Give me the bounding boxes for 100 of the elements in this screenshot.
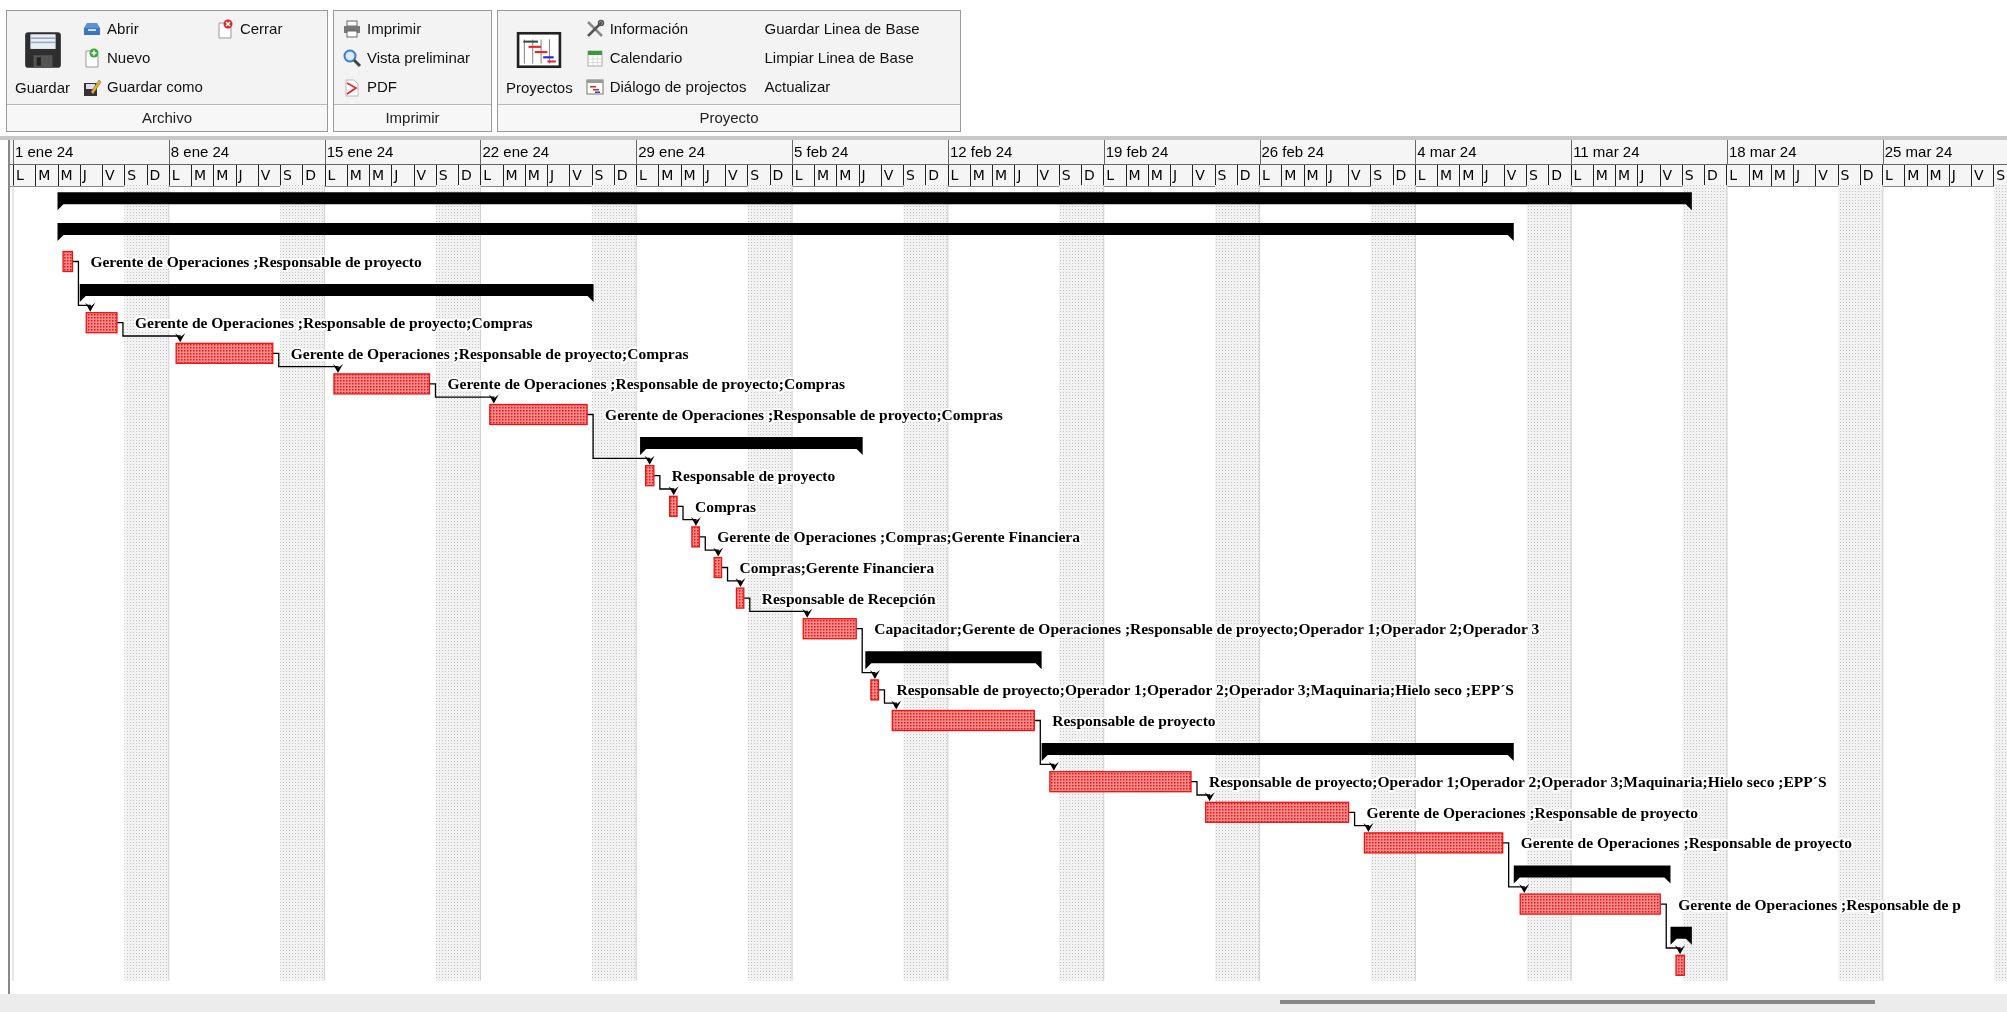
- day-label: M: [502, 165, 525, 186]
- resource-label: Responsable de proyecto: [1052, 712, 1216, 729]
- ribbon-button[interactable]: Diálogo de projectos: [582, 72, 749, 101]
- day-label: V: [413, 165, 436, 186]
- day-label: L: [13, 165, 36, 186]
- ribbon-button[interactable]: Nuevo: [80, 43, 205, 72]
- day-label: V: [1659, 165, 1682, 186]
- day-label: L: [636, 165, 659, 186]
- day-label: V: [1192, 165, 1215, 186]
- day-label: L: [324, 165, 347, 186]
- task-bar[interactable]: [802, 618, 857, 640]
- summary-bar[interactable]: [57, 222, 1514, 241]
- day-label: M: [969, 165, 992, 186]
- task-bar[interactable]: [333, 373, 431, 395]
- task-bar[interactable]: [489, 403, 588, 426]
- day-label: V: [1503, 165, 1526, 186]
- ribbon-button[interactable]: Información: [582, 14, 749, 43]
- day-label: V: [1348, 165, 1371, 186]
- day-label: V: [1036, 165, 1059, 186]
- task-bar[interactable]: [1049, 771, 1192, 793]
- ribbon-button[interactable]: Calendario: [582, 43, 749, 72]
- week-label: 15 ene 24: [324, 140, 481, 164]
- group-caption: Imprimir: [334, 104, 491, 131]
- day-label: L: [791, 165, 814, 186]
- day-label: M: [1748, 165, 1771, 186]
- day-label: M: [1459, 165, 1482, 186]
- ribbon-button[interactable]: Proyectos: [504, 22, 575, 96]
- ribbon-button[interactable]: Vista preliminar: [340, 43, 473, 72]
- resource-label: Gerente de Operaciones ;Responsable de proyecto: [1520, 834, 1852, 852]
- task-bar[interactable]: [669, 495, 678, 517]
- week-label: 8 ene 24: [168, 140, 325, 164]
- ribbon-button[interactable]: Imprimir: [340, 14, 473, 43]
- day-label: M: [1592, 165, 1615, 186]
- ribbon-button[interactable]: Cerrar: [212, 14, 285, 43]
- resource-label: Gerente de Operaciones ;Responsable de proyecto;Compras: [605, 406, 1003, 423]
- day-label: J: [1793, 165, 1816, 186]
- day-label: L: [947, 165, 970, 186]
- task-bar[interactable]: [1363, 832, 1504, 854]
- day-label: M: [836, 165, 859, 186]
- task-bar[interactable]: [645, 465, 655, 487]
- scrollbar-thumb[interactable]: [1280, 1000, 1875, 1004]
- task-bar[interactable]: [691, 526, 700, 548]
- day-label: J: [391, 165, 414, 186]
- day-label: M: [814, 165, 837, 186]
- day-label: M: [1770, 165, 1793, 186]
- day-label: J: [1170, 165, 1193, 186]
- day-label: J: [1014, 165, 1037, 186]
- task-bar[interactable]: [175, 342, 274, 364]
- day-label: J: [1948, 165, 1971, 186]
- day-label: L: [480, 165, 503, 186]
- day-label: M: [1303, 165, 1326, 186]
- horizontal-scrollbar[interactable]: [0, 994, 2007, 1012]
- day-label: J: [547, 165, 570, 186]
- resource-label: Gerente de Operaciones ;Responsable de p: [1678, 895, 1961, 913]
- resource-label: Responsable de Recepción: [761, 589, 936, 607]
- ribbon-button[interactable]: Guardar: [13, 22, 73, 96]
- day-label: M: [213, 165, 236, 186]
- resource-label: Responsable de proyecto;Operador 1;Operador 2;Operador 3;Maquinaria;Hielo seco ;EPP´S: [1209, 773, 1827, 791]
- day-label: J: [1325, 165, 1348, 186]
- ribbon-button[interactable]: Guardar Linea de Base: [762, 14, 922, 43]
- week-label: 18 mar 24: [1726, 140, 1883, 164]
- group-caption: Proyecto: [498, 104, 960, 131]
- day-label: M: [1281, 165, 1304, 186]
- day-label: J: [79, 165, 102, 186]
- day-label: V: [1971, 165, 1994, 186]
- task-bar[interactable]: [1519, 893, 1661, 915]
- task-bar[interactable]: [85, 312, 118, 334]
- day-label: J: [858, 165, 881, 186]
- group-caption: Archivo: [7, 104, 327, 131]
- day-label: M: [1615, 165, 1638, 186]
- week-label: 5 feb 24: [792, 140, 948, 164]
- task-bar[interactable]: [1675, 954, 1685, 976]
- day-label: M: [524, 165, 547, 186]
- task-bar[interactable]: [735, 587, 745, 609]
- day-label: M: [1147, 165, 1170, 186]
- resource-label: Gerente de Operaciones ;Responsable de proyecto: [90, 253, 422, 270]
- ribbon-button[interactable]: Actualizar: [762, 72, 922, 101]
- day-label: L: [168, 165, 191, 186]
- resource-label: Gerente de Operaciones ;Responsable de proyecto;Compras: [290, 344, 689, 362]
- week-label: 29 ene 24: [636, 140, 793, 164]
- ribbon-button[interactable]: Limpiar Linea de Base: [762, 43, 922, 72]
- task-bar[interactable]: [891, 709, 1035, 732]
- tools-icon: [584, 18, 605, 39]
- summary-bar[interactable]: [57, 192, 1692, 211]
- ribbon-button[interactable]: Guardar como: [80, 72, 205, 101]
- ribbon-button[interactable]: Abrir: [80, 14, 205, 43]
- ribbon-button[interactable]: PDF: [340, 72, 473, 101]
- task-bar[interactable]: [870, 679, 880, 701]
- task-bar[interactable]: [713, 556, 723, 579]
- week-label: 4 mar 24: [1415, 140, 1572, 164]
- day-label: L: [1103, 165, 1126, 186]
- task-bar[interactable]: [1205, 801, 1350, 823]
- day-label: M: [658, 165, 681, 186]
- resource-label: Responsable de proyecto: [671, 467, 836, 485]
- day-label: M: [680, 165, 703, 186]
- day-label: M: [35, 165, 58, 186]
- task-bar[interactable]: [62, 250, 74, 273]
- week-label: 11 mar 24: [1571, 140, 1727, 164]
- day-label: L: [1259, 165, 1282, 186]
- day-label: M: [1904, 165, 1927, 186]
